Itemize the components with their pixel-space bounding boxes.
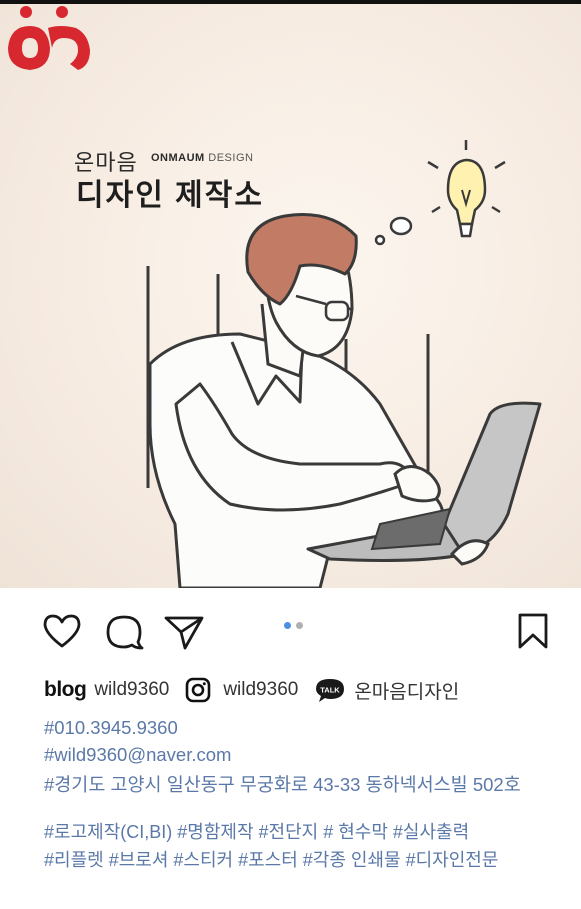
bookmark-icon[interactable] <box>517 612 549 650</box>
contact-row: blog wild9360 wild9360 TALK 온마음디자인 <box>44 676 475 704</box>
email-hashtag[interactable]: #wild9360@naver.com <box>44 744 231 766</box>
logo-brand-bold: ONMAUM <box>151 152 205 164</box>
instagram-icon <box>186 677 211 703</box>
blog-id: wild9360 <box>94 679 170 700</box>
man-with-laptop-illustration <box>146 140 542 588</box>
comment-icon[interactable] <box>104 614 144 650</box>
lightbulb-icon <box>427 140 506 238</box>
kakaotalk-contact[interactable]: TALK 온마음디자인 <box>314 677 459 704</box>
post-image[interactable]: 온마음 ONMAUM DESIGN 디자인 제작소 <box>0 4 581 588</box>
address-hashtag[interactable]: #경기도 고양시 일산동구 무궁화로 43-33 동하넥서스빌 502호 <box>44 771 521 797</box>
carousel-dot-active <box>284 622 291 629</box>
blog-contact[interactable]: blog wild9360 <box>44 678 169 702</box>
instagram-contact[interactable]: wild9360 <box>185 677 298 703</box>
phone-hashtag[interactable]: #010.3945.9360 <box>44 717 178 739</box>
instagram-id: wild9360 <box>223 679 299 700</box>
kakaotalk-icon: TALK <box>316 679 345 702</box>
kakao-id: 온마음디자인 <box>354 681 460 703</box>
logo-brand-light: DESIGN <box>208 152 254 164</box>
logo-big-text: 디자인 제작소 <box>76 179 264 212</box>
service-tags-line1[interactable]: #로고제작(CI,BI) #명함제작 #전단지 # 현수막 #실사출력 <box>44 818 469 844</box>
logo-brand: ONMAUM DESIGN <box>151 152 253 164</box>
send-icon[interactable] <box>163 614 205 650</box>
service-tags-line2[interactable]: #리플렛 #브로셔 #스티커 #포스터 #각종 인쇄물 #디자인전문 <box>44 846 498 872</box>
onmaum-logo-icon <box>8 6 90 70</box>
carousel-indicator <box>284 616 308 634</box>
kakao-badge-text: TALK <box>321 686 341 695</box>
heart-icon[interactable] <box>42 613 82 649</box>
carousel-dot <box>296 622 303 629</box>
blog-logo: blog <box>44 678 87 701</box>
